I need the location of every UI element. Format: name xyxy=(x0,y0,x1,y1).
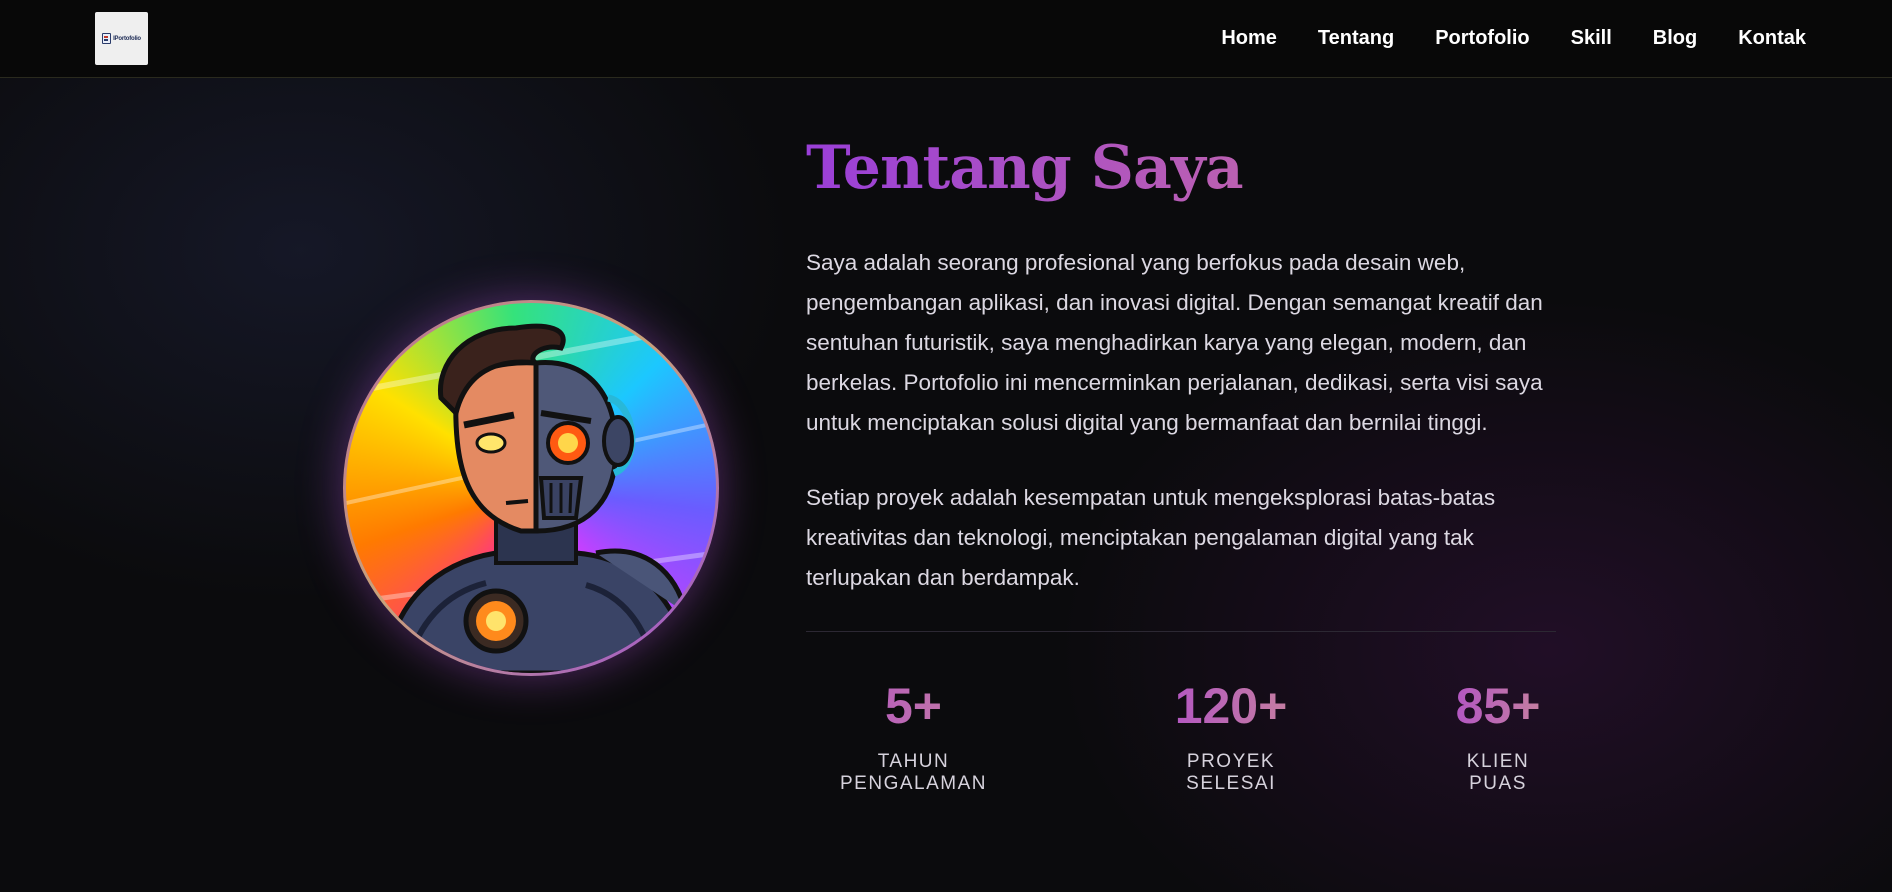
nav-link-blog[interactable]: Blog xyxy=(1653,27,1697,50)
stat-value: 120+ xyxy=(1146,678,1316,734)
stat-label: TAHUN PENGALAMAN xyxy=(840,751,987,794)
profile-avatar xyxy=(346,303,716,673)
nav-link-kontak[interactable]: Kontak xyxy=(1738,27,1806,50)
about-section: Tentang Saya Saya adalah seorang profesi… xyxy=(806,130,1558,795)
profile-avatar-frame xyxy=(343,300,719,676)
stat-value: 85+ xyxy=(1439,678,1557,734)
stat-label: PROYEK SELESAI xyxy=(1186,751,1276,794)
nav-menu: Home Tentang Portofolio Skill Blog Konta… xyxy=(1221,27,1806,50)
stat-clients: 85+ KLIEN PUAS xyxy=(1439,678,1557,795)
about-paragraph-1: Saya adalah seorang profesional yang ber… xyxy=(806,250,1543,435)
nav-link-skill[interactable]: Skill xyxy=(1571,27,1612,50)
stat-experience: 5+ TAHUN PENGALAMAN xyxy=(806,678,1021,795)
navbar: IPortofolio Home Tentang Portofolio Skil… xyxy=(0,0,1892,78)
site-logo[interactable]: IPortofolio xyxy=(95,12,148,65)
section-title: Tentang Saya xyxy=(806,130,1558,206)
cyborg-portrait-illustration xyxy=(346,320,716,673)
stat-value: 5+ xyxy=(806,678,1021,734)
stats-row: 5+ TAHUN PENGALAMAN 120+ PROYEK SELESAI … xyxy=(806,632,1557,795)
document-icon xyxy=(102,33,112,44)
stat-label: KLIEN PUAS xyxy=(1466,751,1530,794)
nav-link-home[interactable]: Home xyxy=(1221,27,1277,50)
nav-link-portofolio[interactable]: Portofolio xyxy=(1435,27,1529,50)
nav-link-tentang[interactable]: Tentang xyxy=(1318,27,1394,50)
logo-text: IPortofolio xyxy=(113,35,141,42)
about-paragraph-2: Setiap proyek adalah kesempatan untuk me… xyxy=(806,485,1496,590)
stat-projects: 120+ PROYEK SELESAI xyxy=(1146,678,1316,795)
